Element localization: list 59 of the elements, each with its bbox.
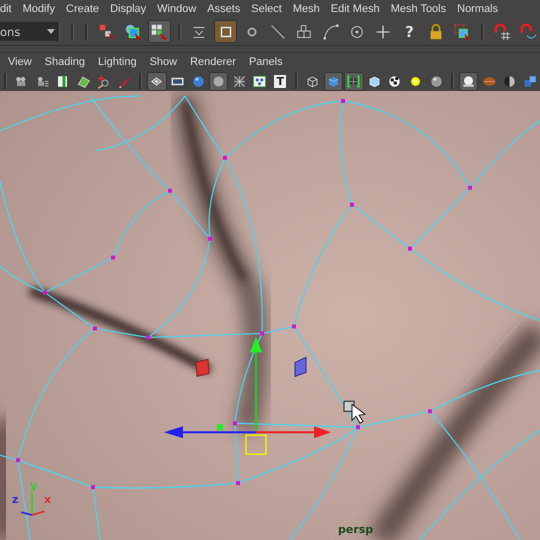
menu-item[interactable]: Create [66,3,100,15]
half-sphere-icon [502,74,518,88]
menu-item[interactable]: Modify [22,3,56,15]
cubes-icon [522,74,538,88]
toolbar-button[interactable] [147,72,167,90]
menu-item[interactable]: Mesh [292,3,320,15]
crosshair-icon [96,74,112,88]
menu-item[interactable]: dit [0,3,12,15]
menu-item[interactable]: Display [110,3,146,15]
select-hierarchy-icon [98,22,116,40]
menu-item[interactable]: Window [157,3,196,15]
menu-item[interactable]: Normals [457,3,498,15]
curve-icon [322,22,340,40]
panel-menu-item[interactable]: Lighting [98,56,137,68]
panel-menu-item[interactable]: Shading [44,56,86,68]
mode-dropdown[interactable]: ons [0,22,60,41]
menu-item[interactable]: Select [251,3,282,15]
cursor-icon [344,400,366,424]
dropdown-value: ons [0,24,20,38]
cube-wire-icon [305,74,320,88]
panel-menu-item[interactable]: View [8,56,32,68]
axis-label: z [12,494,18,505]
image-icon [76,74,91,88]
checker-icon [387,74,402,88]
marquee-icon [452,22,471,40]
panel-menu-item[interactable]: Renderer [190,56,236,68]
menu-item[interactable]: Mesh Tools [390,3,446,15]
plus-icon [374,22,392,40]
disc-icon [211,74,226,88]
magnet-curve-icon [519,22,538,40]
tool-button-label: T [274,74,286,88]
cube-light-icon [366,74,382,88]
magnet-grid-icon [493,22,512,40]
sphere-icon [428,74,444,88]
panel-menu-item[interactable]: Show [150,56,178,68]
line-icon [269,22,288,40]
xray-icon [232,74,247,88]
lit-sphere-icon [461,74,476,88]
toolbar-button[interactable] [148,20,171,43]
select-component-icon [150,22,168,40]
caret-icon [47,29,56,34]
toolbar-button[interactable] [344,72,364,90]
select-object-icon [124,22,142,40]
dots-icon [252,74,268,88]
vertex-icon [295,22,314,40]
camera-name: persp [338,523,374,536]
toolbar-button[interactable] [214,20,238,43]
checker-bracket-icon [346,74,362,88]
panel-menu-item[interactable]: Panels [248,56,283,68]
toolbar-button[interactable] [324,72,344,90]
tool-button-label: ? [405,22,414,40]
sphere-shaded-icon [190,74,206,88]
menu-item[interactable]: Assets [207,3,240,15]
toolbar-button[interactable]: ? [398,20,422,43]
toolbar-button[interactable]: T [270,72,290,90]
toolbar-button[interactable] [458,72,478,90]
axis-label: x [44,494,52,505]
axis-label: y [30,480,38,491]
menu-item[interactable]: Edit Mesh [330,3,380,15]
